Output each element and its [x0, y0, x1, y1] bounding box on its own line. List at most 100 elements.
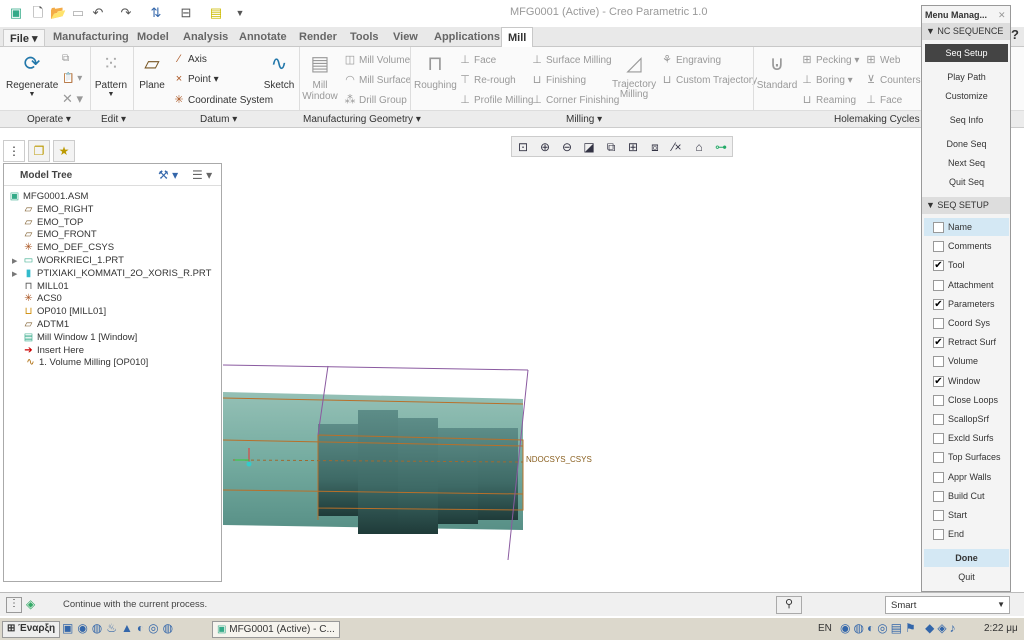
- selection-filter-dropdown[interactable]: Smart ▼: [885, 596, 1010, 614]
- tree-node[interactable]: ∿ 1. Volume Milling [OP010]: [24, 356, 148, 369]
- web-button[interactable]: ⊞ Web: [864, 53, 900, 66]
- checkbox[interactable]: [933, 356, 944, 368]
- mill-window-button[interactable]: ▤ Mill Window: [302, 50, 338, 102]
- graphics-viewport[interactable]: NDOCSYS_CSYS: [222, 160, 920, 590]
- mill-volume-button[interactable]: ◫ Mill Volume: [343, 53, 410, 66]
- app-icon[interactable]: ▣: [8, 5, 24, 21]
- nc-menu-item[interactable]: Play Path: [925, 68, 1008, 86]
- seq-setup-option[interactable]: Build Cut: [924, 487, 1009, 505]
- favorites-tab-icon[interactable]: ★: [53, 140, 75, 162]
- windows-icon[interactable]: ⊟: [178, 5, 194, 21]
- checkbox[interactable]: [933, 279, 944, 291]
- regenerate-button[interactable]: ⟳ Regenerate ▼: [6, 50, 58, 98]
- checkbox[interactable]: [933, 414, 944, 425]
- standard-drill-button[interactable]: ⊍ Standard: [756, 50, 798, 91]
- engraving-button[interactable]: ⚘ Engraving: [660, 53, 721, 66]
- trajectory-milling-button[interactable]: ◿ Trajectory Milling: [612, 50, 656, 100]
- tree-columns-icon[interactable]: ☰ ▾: [192, 168, 212, 182]
- countersink-button[interactable]: ⊻ Countersin: [864, 73, 928, 86]
- help-icon[interactable]: ?: [1011, 27, 1019, 42]
- boring-button[interactable]: ⊥ Boring ▾: [800, 73, 853, 86]
- checkbox[interactable]: [933, 318, 944, 329]
- zoom-out-icon[interactable]: ⊖: [558, 139, 576, 155]
- zoom-in-icon[interactable]: ⊕: [536, 139, 554, 155]
- rerough-button[interactable]: ⊤ Re-rough: [458, 73, 516, 86]
- sketch-button[interactable]: ∿ Sketch: [262, 50, 296, 91]
- seq-setup-option[interactable]: ✔ Tool: [924, 256, 1009, 274]
- nc-menu-item[interactable]: Next Seq: [925, 154, 1008, 172]
- nc-menu-item[interactable]: Customize: [925, 87, 1008, 105]
- tab-analysis[interactable]: Analysis: [183, 31, 228, 43]
- seq-setup-option[interactable]: Top Surfaces: [924, 448, 1009, 466]
- seq-setup-option[interactable]: ✔ Window: [924, 372, 1009, 390]
- reaming-button[interactable]: ⊔ Reaming: [800, 93, 856, 106]
- surface-milling-button[interactable]: ⊥ Surface Milling: [530, 53, 611, 66]
- checkbox[interactable]: ✔: [933, 375, 944, 387]
- tree-node[interactable]: ✳ EMO_DEF_CSYS: [22, 241, 114, 254]
- drill-group-button[interactable]: ⁂ Drill Group: [343, 93, 407, 106]
- tree-node[interactable]: ▱ EMO_TOP: [22, 216, 84, 229]
- seq-setup-option[interactable]: Volume: [924, 352, 1009, 370]
- corner-finishing-button[interactable]: ⊥ Corner Finishing: [530, 93, 619, 106]
- paste-icon[interactable]: 📋 ▾: [62, 73, 82, 84]
- nc-menu-item[interactable]: Seq Setup: [925, 44, 1008, 62]
- datum-display-icon[interactable]: ⁄×: [668, 139, 686, 155]
- tab-manufacturing[interactable]: Manufacturing: [53, 31, 129, 43]
- taskbar-window-button[interactable]: ▣ MFG0001 (Active) - C...: [212, 621, 340, 638]
- quick-launch-icons[interactable]: ▣◉◍♨▲◐◎◍: [62, 621, 177, 638]
- reorient-icon[interactable]: ⧉: [602, 139, 620, 155]
- tree-node[interactable]: ▣ MFG0001.ASM: [8, 190, 89, 203]
- saved-views-icon[interactable]: ⊞: [624, 139, 642, 155]
- group-milling[interactable]: Milling ▾: [566, 114, 602, 125]
- checkbox[interactable]: ✔: [933, 298, 944, 310]
- seq-setup-option[interactable]: ✔ Parameters: [924, 295, 1009, 313]
- done-menu-item[interactable]: Done: [924, 549, 1009, 567]
- annotation-display-icon[interactable]: ⌂: [690, 139, 708, 155]
- repaint-icon[interactable]: ◪: [580, 139, 598, 155]
- mill-surface-button[interactable]: ◠ Mill Surface: [343, 73, 411, 86]
- seq-setup-option[interactable]: Attachment: [924, 276, 1009, 294]
- start-button[interactable]: ⊞ Έναρξη: [2, 621, 61, 638]
- axis-button[interactable]: ⁄ Axis: [172, 53, 207, 65]
- checkbox[interactable]: ✔: [933, 260, 944, 272]
- checkbox[interactable]: ✔: [933, 337, 944, 349]
- tree-node[interactable]: ⊔ OP010 [MILL01]: [22, 305, 107, 318]
- checkbox[interactable]: [933, 510, 944, 521]
- tab-applications[interactable]: Applications: [434, 31, 500, 43]
- tab-render[interactable]: Render: [299, 31, 337, 43]
- seq-setup-option[interactable]: End: [924, 525, 1009, 543]
- tab-view[interactable]: View: [393, 31, 418, 43]
- nc-menu-item[interactable]: Quit Seq: [925, 173, 1008, 191]
- tree-node[interactable]: ▱ EMO_FRONT: [22, 228, 97, 241]
- hole-face-button[interactable]: ⊥ Face: [864, 93, 902, 106]
- checkbox[interactable]: [933, 394, 944, 406]
- tree-node[interactable]: ▮ PTIXIAKI_KOMMATI_2O_XORIS_R.PRT: [22, 267, 212, 280]
- new-icon[interactable]: 🗋: [30, 5, 46, 21]
- face-milling-button[interactable]: ⊥ Face: [458, 53, 496, 66]
- tab-tools[interactable]: Tools: [350, 31, 379, 43]
- tree-node[interactable]: ⊓ MILL01: [22, 280, 69, 293]
- checkbox[interactable]: [933, 471, 944, 483]
- coordinate-system-button[interactable]: ✳ Coordinate System: [172, 93, 273, 106]
- checkbox[interactable]: [933, 241, 944, 253]
- model-tree-tab-icon[interactable]: ⋮: [3, 140, 25, 162]
- display-style-icon[interactable]: ⧈: [646, 139, 664, 155]
- folder-browser-tab-icon[interactable]: ❐: [28, 140, 50, 162]
- expand-icon[interactable]: ▶: [12, 270, 17, 278]
- customize-icon[interactable]: ▼: [232, 5, 248, 21]
- group-edit[interactable]: Edit ▾: [101, 114, 126, 125]
- point-button[interactable]: × Point ▾: [172, 73, 219, 85]
- seq-setup-option[interactable]: Close Loops: [924, 391, 1009, 409]
- save-icon[interactable]: ▭: [70, 5, 86, 21]
- checkbox[interactable]: [933, 433, 944, 445]
- tree-node[interactable]: ➔ Insert Here: [22, 344, 84, 357]
- tree-node[interactable]: ▱ EMO_RIGHT: [22, 203, 94, 216]
- close-window-icon[interactable]: ▤: [208, 5, 224, 21]
- expand-icon[interactable]: ▶: [12, 257, 17, 265]
- seq-setup-option[interactable]: Start: [924, 506, 1009, 524]
- profile-milling-button[interactable]: ⊥ Profile Milling: [458, 93, 533, 106]
- checkbox[interactable]: [933, 222, 944, 233]
- checkbox[interactable]: [933, 452, 944, 464]
- group-holemaking-cycles[interactable]: Holemaking Cycles ▾: [834, 114, 927, 125]
- quit-menu-item[interactable]: Quit: [925, 568, 1008, 586]
